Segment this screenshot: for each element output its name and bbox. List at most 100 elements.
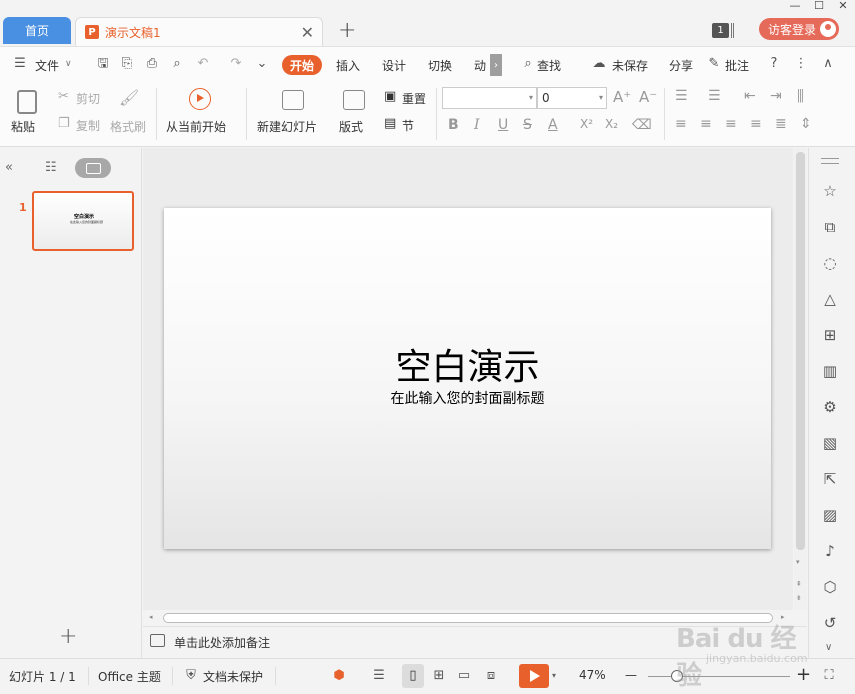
maximize-icon[interactable]: ☐ xyxy=(807,0,831,14)
font-size-combo[interactable]: 0 ▾ xyxy=(537,87,607,109)
adjust-icon[interactable]: ⚙ xyxy=(821,398,839,416)
decrease-font-icon[interactable]: A⁻ xyxy=(639,88,657,106)
format-painter-button[interactable]: 格式刷 xyxy=(110,118,146,135)
increase-font-icon[interactable]: A⁺ xyxy=(613,88,631,106)
shapes-icon[interactable]: ◌ xyxy=(821,254,839,272)
collapse-pane-icon[interactable]: « xyxy=(5,160,13,175)
tab-start[interactable]: 开始 xyxy=(282,55,322,75)
print-icon[interactable]: ⎙ xyxy=(144,56,160,72)
notes-pane[interactable]: 单击此处添加备注 xyxy=(143,626,807,656)
from-current-button[interactable]: 从当前开始 xyxy=(166,118,226,135)
vertical-scrollbar[interactable]: ▾ ⇞ ⇟ xyxy=(794,148,807,610)
clear-format-icon[interactable]: ⌫ xyxy=(632,117,652,133)
reading-view-icon[interactable]: ▭ xyxy=(455,667,473,685)
quick-access-more-icon[interactable]: ⌄ xyxy=(254,56,270,72)
cut-button[interactable]: 剪切 xyxy=(76,90,100,107)
bullet-list-icon[interactable]: ☰ xyxy=(675,88,688,104)
save-icon[interactable]: 🖫 xyxy=(95,56,111,72)
play-from-current-icon[interactable] xyxy=(189,88,211,110)
font-color-icon[interactable]: A xyxy=(548,117,558,133)
copy-button[interactable]: 复制 xyxy=(76,117,100,134)
chevron-down-icon[interactable]: ∨ xyxy=(825,642,832,653)
audio-icon[interactable]: ♪ xyxy=(821,542,839,560)
style-icon[interactable]: △ xyxy=(821,290,839,308)
menu-file[interactable]: 文件 xyxy=(35,57,59,74)
apps-icon[interactable]: ⊞ xyxy=(821,326,839,344)
slideshow-play-button[interactable] xyxy=(519,664,549,688)
undo-icon[interactable]: ↶ xyxy=(195,56,211,72)
paste-icon[interactable] xyxy=(17,90,37,114)
new-slide-button[interactable]: 新建幻灯片 xyxy=(257,118,317,135)
tab-home[interactable]: 首页 xyxy=(3,17,71,44)
tab-design[interactable]: 设计 xyxy=(382,57,406,74)
find-button[interactable]: 查找 xyxy=(537,57,561,74)
zoom-slider-knob[interactable] xyxy=(671,670,683,682)
shield-icon[interactable]: ⬡ xyxy=(821,578,839,596)
presenter-view-icon[interactable]: ⧈ xyxy=(482,667,500,685)
minimize-icon[interactable]: — xyxy=(783,0,807,14)
text-direction-icon[interactable]: ⫼ xyxy=(797,87,804,105)
superscript-icon[interactable]: X² xyxy=(580,117,593,131)
numbered-list-icon[interactable]: ☰ xyxy=(708,88,721,104)
sidebar-handle-icon[interactable] xyxy=(821,158,839,164)
share-button[interactable]: 分享 xyxy=(669,57,693,74)
bold-icon[interactable]: B xyxy=(448,117,459,133)
zoom-out-button[interactable]: — xyxy=(625,668,637,682)
star-icon[interactable]: ☆ xyxy=(821,182,839,200)
align-left-icon[interactable]: ≡ xyxy=(675,116,687,132)
align-right-icon[interactable]: ≡ xyxy=(725,116,737,132)
slideshow-options-icon[interactable]: ▾ xyxy=(552,671,556,680)
vertical-scroll-thumb[interactable] xyxy=(796,152,805,550)
help-icon[interactable]: ? xyxy=(766,56,782,72)
replace-icon[interactable]: ⧉ xyxy=(821,218,839,236)
section-button[interactable]: 节 xyxy=(402,117,414,134)
close-window-icon[interactable]: ✕ xyxy=(831,0,855,14)
decrease-indent-icon[interactable]: ⇤ xyxy=(744,88,756,104)
outline-view-icon[interactable]: ☷ xyxy=(45,160,57,175)
zoom-level[interactable]: 47% xyxy=(579,668,606,682)
add-slide-button[interactable]: + xyxy=(59,624,77,649)
tab-document[interactable]: P 演示文稿1 ✕ xyxy=(75,17,323,46)
chart-icon[interactable]: ▥ xyxy=(821,362,839,380)
redo-icon[interactable]: ↷ xyxy=(228,56,244,72)
subscript-icon[interactable]: X₂ xyxy=(605,117,618,131)
horizontal-scrollbar[interactable]: ◂ ▸ xyxy=(143,610,794,626)
prev-slide-icon[interactable]: ⇞ xyxy=(796,580,802,588)
new-tab-button[interactable]: + xyxy=(338,18,356,43)
tab-insert[interactable]: 插入 xyxy=(336,57,360,74)
tab-transition[interactable]: 切换 xyxy=(428,57,452,74)
new-slide-icon[interactable] xyxy=(282,90,304,110)
print-preview-icon[interactable]: ⌕ xyxy=(169,56,185,72)
tab-animation[interactable]: 动 xyxy=(474,57,486,74)
slide-sorter-icon[interactable]: ⊞ xyxy=(430,667,448,685)
slide[interactable]: 空白演示 在此输入您的封面副标题 xyxy=(164,208,771,549)
align-center-icon[interactable]: ≡ xyxy=(700,116,712,132)
share-out-icon[interactable]: ⇱ xyxy=(821,470,839,488)
italic-icon[interactable]: I xyxy=(474,117,480,133)
tab-scroll-right-icon[interactable]: › xyxy=(490,54,502,76)
layout-icon[interactable] xyxy=(343,90,365,110)
font-family-combo[interactable]: ▾ xyxy=(442,87,537,109)
slide-title[interactable]: 空白演示 xyxy=(164,338,771,390)
history-icon[interactable]: ↺ xyxy=(821,614,839,632)
underline-icon[interactable]: U xyxy=(498,117,508,133)
scroll-down-icon[interactable]: ▾ xyxy=(796,558,800,566)
close-tab-icon[interactable]: ✕ xyxy=(301,23,314,42)
fit-window-icon[interactable]: ⛶ xyxy=(820,667,838,685)
paste-button[interactable]: 粘贴 xyxy=(11,118,35,135)
slides-view-toggle[interactable] xyxy=(75,158,111,178)
hamburger-icon[interactable]: ☰ xyxy=(12,56,28,72)
slide-subtitle[interactable]: 在此输入您的封面副标题 xyxy=(164,388,771,408)
more-options-icon[interactable]: ⋮ xyxy=(793,56,809,72)
layout-button[interactable]: 版式 xyxy=(339,118,363,135)
distribute-icon[interactable]: ≣ xyxy=(775,116,787,132)
protection-status[interactable]: 文档未保护 xyxy=(203,668,263,685)
guest-login-button[interactable]: 访客登录 xyxy=(759,18,839,40)
window-count-badge[interactable]: 1 xyxy=(712,23,729,38)
chevron-down-icon[interactable]: ∨ xyxy=(65,59,72,69)
unsaved-status[interactable]: 未保存 xyxy=(612,57,648,74)
line-spacing-icon[interactable]: ⇕ xyxy=(800,116,812,132)
zoom-in-button[interactable]: + xyxy=(796,664,811,685)
notes-toggle-icon[interactable]: ☰ xyxy=(370,667,388,685)
next-slide-icon[interactable]: ⇟ xyxy=(796,594,802,602)
